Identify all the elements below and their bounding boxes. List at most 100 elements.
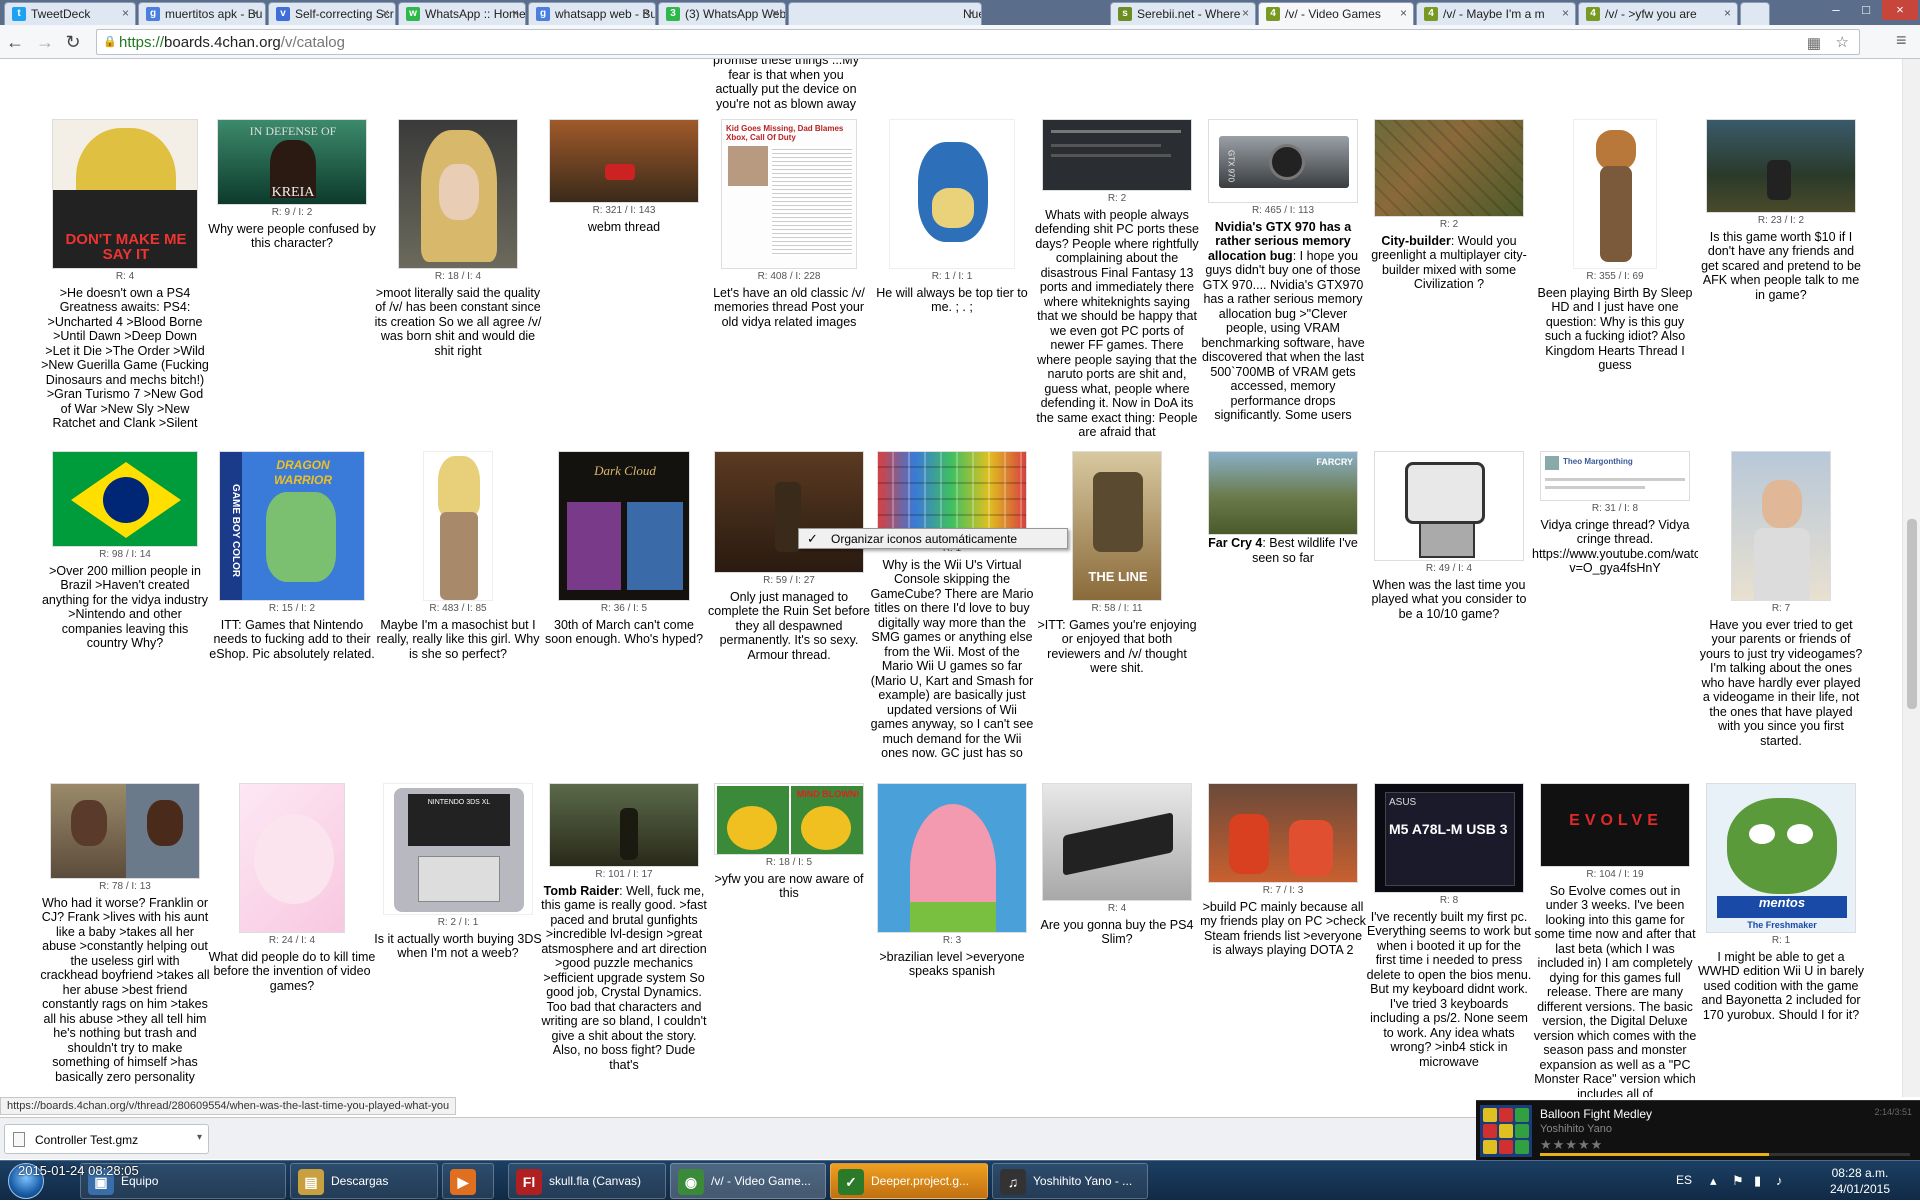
- thread-card[interactable]: R: 321 / I: 143 webm thread: [540, 119, 708, 319]
- maximize-icon[interactable]: □: [1852, 0, 1880, 20]
- music-player-popup[interactable]: Balloon Fight Medley Yoshihito Yano ★★★★…: [1476, 1100, 1920, 1160]
- close-icon[interactable]: ×: [1562, 6, 1569, 20]
- taskbar-item-media-player[interactable]: ▶: [442, 1163, 494, 1199]
- thread-card[interactable]: R: 2 Whats with people always defending …: [1034, 119, 1200, 501]
- close-icon[interactable]: ×: [1242, 6, 1249, 20]
- thread-thumbnail[interactable]: [1374, 119, 1524, 217]
- thread-thumbnail[interactable]: FARCRY: [1208, 451, 1358, 535]
- thread-card[interactable]: mentos The Freshmaker R: 1 I might be ab…: [1698, 783, 1864, 1043]
- thread-card[interactable]: GTX 970 R: 465 / I: 113 Nvidia's GTX 970…: [1200, 119, 1366, 501]
- close-icon[interactable]: ×: [1400, 6, 1407, 20]
- thread-thumbnail[interactable]: [52, 451, 198, 547]
- thread-thumbnail[interactable]: [1573, 119, 1657, 269]
- close-icon[interactable]: ×: [512, 6, 519, 20]
- tab-maybe-masochist[interactable]: 4/v/ - Maybe I'm a m ×: [1416, 2, 1576, 25]
- menu-icon[interactable]: ≡: [1896, 30, 1907, 51]
- flag-icon[interactable]: ⚑: [1732, 1173, 1744, 1189]
- network-icon[interactable]: ▮: [1754, 1173, 1761, 1189]
- chevron-down-icon[interactable]: ▾: [197, 1132, 202, 1143]
- thread-thumbnail[interactable]: [1208, 783, 1358, 883]
- thread-thumbnail[interactable]: [1042, 119, 1192, 191]
- download-item[interactable]: Controller Test.gmz ▾: [4, 1124, 209, 1154]
- close-icon[interactable]: ×: [1724, 6, 1731, 20]
- taskbar-item-deeper[interactable]: ✓ Deeper.project.g...: [830, 1163, 988, 1199]
- thread-thumbnail[interactable]: [1042, 783, 1192, 901]
- thread-card[interactable]: R: 1 Why is the Wii U's Virtual Console …: [870, 451, 1034, 837]
- tab-tweetdeck[interactable]: t TweetDeck ×: [4, 2, 136, 25]
- thread-card[interactable]: R: 1 / I: 1 He will always be top tier t…: [870, 119, 1034, 319]
- thread-card[interactable]: R: 23 / I: 2 Is this game worth $10 if I…: [1698, 119, 1864, 369]
- thread-card[interactable]: Theo Margonthing R: 31 / I: 8 Vidya crin…: [1532, 451, 1698, 631]
- thread-thumbnail[interactable]: EVOLVE: [1540, 783, 1690, 867]
- tab-video-games[interactable]: 4/v/ - Video Games ×: [1258, 2, 1414, 25]
- thread-thumbnail[interactable]: [1706, 119, 1856, 213]
- thread-card[interactable]: R: 2 City-builder: Would you greenlight …: [1366, 119, 1532, 359]
- thread-card[interactable]: Dark Cloud R: 36 / I: 5 30th of March ca…: [540, 451, 708, 701]
- close-icon[interactable]: ×: [122, 6, 129, 20]
- scrollbar-thumb[interactable]: [1907, 519, 1917, 709]
- thread-card[interactable]: ASUS M5 A78L-M USB 3 R: 8 I've recently …: [1366, 783, 1532, 1083]
- tab-new-tab[interactable]: Nueva pestaña×: [788, 2, 982, 25]
- thread-card[interactable]: R: 49 / I: 4 When was the last time you …: [1366, 451, 1532, 671]
- minimize-icon[interactable]: –: [1822, 0, 1850, 20]
- thread-card[interactable]: EVOLVE R: 104 / I: 19 So Evolve comes ou…: [1532, 783, 1698, 1097]
- thread-thumbnail[interactable]: [1374, 451, 1524, 561]
- address-bar[interactable]: 🔒 https://boards.4chan.org/v/catalog ▦ ☆: [96, 29, 1860, 55]
- thread-thumbnail[interactable]: [714, 451, 864, 573]
- thread-card[interactable]: R: 355 / I: 69 Been playing Birth By Sle…: [1532, 119, 1698, 439]
- close-icon[interactable]: ×: [772, 6, 779, 20]
- thread-thumbnail[interactable]: ASUS M5 A78L-M USB 3: [1374, 783, 1524, 893]
- thread-card[interactable]: Kid Goes Missing, Dad Blames Xbox, Call …: [706, 119, 872, 389]
- thread-card[interactable]: IN DEFENSE OF KREIA R: 9 / I: 2 Why were…: [208, 119, 376, 319]
- thread-card[interactable]: R: 101 / I: 17 Tomb Raider: Well, fuck m…: [540, 783, 708, 1097]
- thread-thumbnail[interactable]: [889, 119, 1015, 269]
- thread-thumbnail[interactable]: mentos The Freshmaker: [1706, 783, 1856, 933]
- thread-card[interactable]: R: 7 / I: 3 >build PC mainly because all…: [1200, 783, 1366, 983]
- thread-card[interactable]: R: 24 / I: 4 What did people do to kill …: [208, 783, 376, 1023]
- thread-card[interactable]: NINTENDO 3DS XL R: 2 / I: 1 Is it actual…: [374, 783, 542, 1003]
- thread-card[interactable]: DON'T MAKE ME SAY IT R: 4 >He doesn't ow…: [40, 119, 210, 501]
- thread-card[interactable]: R: 98 / I: 14 >Over 200 million people i…: [40, 451, 210, 721]
- thread-card[interactable]: R: 4 Are you gonna buy the PS4 Slim?: [1034, 783, 1200, 983]
- close-icon[interactable]: ×: [382, 6, 389, 20]
- thread-thumbnail[interactable]: Kid Goes Missing, Dad Blames Xbox, Call …: [721, 119, 857, 269]
- thread-card[interactable]: R: 3 >brazilian level >everyone speaks s…: [870, 783, 1034, 983]
- rating-stars[interactable]: ★★★★★: [1540, 1137, 1603, 1153]
- thread-thumbnail[interactable]: [50, 783, 200, 879]
- track-progress[interactable]: [1540, 1153, 1910, 1156]
- thread-card[interactable]: THE LINE R: 58 / I: 11 >ITT: Games you'r…: [1034, 451, 1200, 711]
- thread-thumbnail[interactable]: GTX 970: [1208, 119, 1358, 203]
- tab-self-correcting[interactable]: v Self-correcting Scr ×: [268, 2, 396, 25]
- thread-thumbnail[interactable]: DON'T MAKE ME SAY IT: [52, 119, 198, 269]
- tab-whatsapp-web-search[interactable]: g whatsapp web - Bu ×: [528, 2, 656, 25]
- reload-icon[interactable]: ↻: [62, 32, 84, 53]
- thread-thumbnail[interactable]: GAME BOY COLOR DRAGON WARRIOR: [219, 451, 365, 601]
- thread-card[interactable]: R: 483 / I: 85 Maybe I'm a masochist but…: [374, 451, 542, 711]
- language-indicator[interactable]: ES: [1676, 1173, 1692, 1187]
- thread-card[interactable]: R: 7 Have you ever tried to get your par…: [1698, 451, 1864, 771]
- thread-card[interactable]: R: 78 / I: 13 Who had it worse? Franklin…: [40, 783, 210, 1097]
- taskbar-item-chrome[interactable]: ◉/v/ - Video Game...: [670, 1163, 826, 1199]
- thread-thumbnail[interactable]: THE LINE: [1072, 451, 1162, 601]
- thread-thumbnail[interactable]: [549, 119, 699, 203]
- thread-card[interactable]: GAME BOY COLOR DRAGON WARRIOR R: 15 / I:…: [208, 451, 376, 731]
- thread-thumbnail[interactable]: [877, 783, 1027, 933]
- tab-serebii[interactable]: s Serebii.net - Where ×: [1110, 2, 1256, 25]
- context-menu-item-auto-arrange[interactable]: ✓ Organizar iconos automáticamente: [798, 528, 1068, 549]
- thread-thumbnail[interactable]: Dark Cloud: [558, 451, 690, 601]
- close-icon[interactable]: ×: [642, 6, 649, 20]
- thread-thumbnail[interactable]: Theo Margonthing: [1540, 451, 1690, 501]
- close-icon[interactable]: ×: [968, 6, 975, 20]
- volume-icon[interactable]: ♪: [1776, 1173, 1783, 1188]
- tab-whatsapp-home[interactable]: w WhatsApp :: Home ×: [398, 2, 526, 25]
- forward-icon[interactable]: →: [34, 32, 56, 53]
- taskbar-item-descargas[interactable]: ▤ Descargas: [290, 1163, 438, 1199]
- thread-thumbnail[interactable]: [239, 783, 345, 933]
- vertical-scrollbar[interactable]: [1902, 59, 1920, 1097]
- tab-yfw[interactable]: 4/v/ - >yfw you are ×: [1578, 2, 1738, 25]
- thread-thumbnail[interactable]: [549, 783, 699, 867]
- bookmark-star-icon[interactable]: ☆: [1836, 33, 1849, 51]
- taskbar-item-flash[interactable]: Fl skull.fla (Canvas): [508, 1163, 666, 1199]
- tab-whatsapp-web[interactable]: 3 (3) WhatsApp Web ×: [658, 2, 786, 25]
- thread-thumbnail[interactable]: NINTENDO 3DS XL: [383, 783, 533, 915]
